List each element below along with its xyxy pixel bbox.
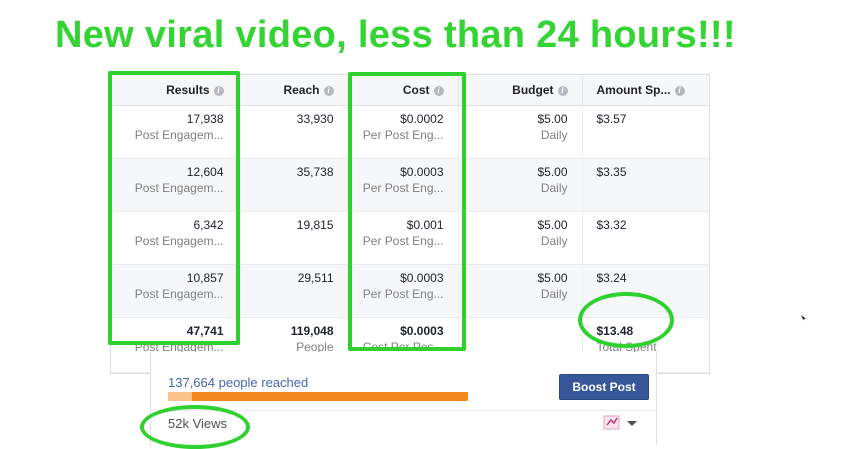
reach-cell: 29,511: [238, 264, 349, 318]
amount-spent-cell: $3.35: [582, 158, 709, 212]
budget-cell: $5.00 Daily: [458, 264, 583, 318]
column-header-amount-spent[interactable]: Amount Sp... i: [582, 75, 709, 106]
amount-spent-cell: $3.32: [582, 211, 709, 265]
total-spent-highlight: [578, 292, 674, 348]
reach-cell: 35,738: [238, 158, 349, 212]
mouse-cursor-icon: [801, 315, 806, 322]
boost-post-button[interactable]: Boost Post: [559, 374, 649, 400]
info-icon[interactable]: i: [674, 86, 685, 96]
post-options-icon: [603, 415, 637, 430]
headline: New viral video, less than 24 hours!!!: [55, 14, 736, 56]
post-options-menu[interactable]: [603, 414, 643, 432]
organic-reach-fill: [168, 392, 192, 401]
budget-cell: $5.00 Daily: [458, 211, 583, 265]
budget-cell: $5.00 Daily: [458, 158, 583, 212]
views-highlight: [140, 405, 250, 449]
info-icon[interactable]: i: [323, 86, 334, 96]
amount-spent-cell: $3.57: [582, 105, 709, 159]
reach-cell: 19,815: [238, 211, 349, 265]
column-header-budget[interactable]: Budget i: [458, 75, 583, 106]
results-column-highlight: [108, 71, 240, 345]
budget-cell: $5.00 Daily: [458, 105, 583, 159]
people-reached-link[interactable]: 137,664 people reached: [168, 375, 308, 390]
info-icon[interactable]: i: [557, 86, 568, 96]
reach-cell: 33,930: [238, 105, 349, 159]
reach-progress-bar: [168, 392, 468, 401]
column-header-reach[interactable]: Reach i: [238, 75, 349, 106]
cost-column-highlight: [348, 72, 466, 351]
